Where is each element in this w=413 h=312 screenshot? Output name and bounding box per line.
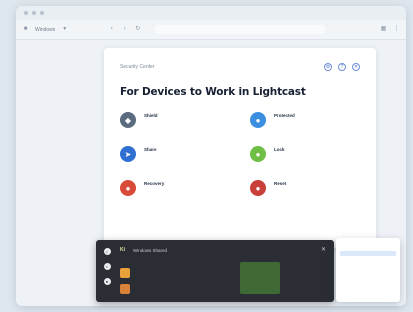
panel-title: Windows Shared — [133, 247, 168, 253]
feature-item-share[interactable]: ➤ Share — [120, 146, 230, 170]
panel-rail: • ▪ ● — [102, 248, 112, 298]
feature-title: Share — [144, 147, 157, 152]
address-bar[interactable] — [155, 25, 326, 34]
file-icon — [120, 284, 130, 294]
feature-title: Reset — [274, 181, 287, 186]
window-dot[interactable] — [24, 11, 28, 15]
page-title: For Devices to Work in Lightcast — [120, 86, 306, 98]
shield-icon: ◆ — [120, 112, 136, 128]
back-icon[interactable]: ‹ — [108, 26, 115, 33]
extensions-icon[interactable]: ▦ — [380, 26, 387, 33]
rail-icon[interactable]: • — [103, 248, 111, 255]
reset-icon: ● — [250, 180, 266, 196]
feature-title: Lock — [274, 147, 285, 152]
settings-icon[interactable]: ⚙ — [324, 63, 332, 71]
menu-item[interactable] — [340, 259, 396, 264]
title-bar — [16, 6, 406, 20]
feature-item-recovery[interactable]: ● Recovery — [120, 180, 230, 204]
rail-icon[interactable]: ● — [103, 278, 111, 285]
context-menu — [336, 238, 400, 302]
rail-icon[interactable]: ▪ — [103, 263, 111, 270]
feature-item-shield[interactable]: ◆ Shield — [120, 112, 230, 136]
feature-item-lock[interactable]: ● Lock — [250, 146, 360, 170]
globe-icon: ● — [250, 112, 266, 128]
recovery-icon: ● — [120, 180, 136, 196]
panel-app-label: Ki — [120, 247, 125, 253]
security-card: Security Center ⚙ ? ✕ For Devices to Wor… — [104, 48, 376, 248]
menu-icon[interactable]: ⋮ — [393, 26, 400, 33]
window-dot[interactable] — [32, 11, 36, 15]
breadcrumb: Security Center — [120, 64, 155, 70]
feature-list: ◆ Shield ● Protected ➤ Share ● Lock ● Re… — [120, 112, 360, 204]
feature-title: Protected — [274, 113, 295, 118]
browser-toolbar: ■ Windows ▾ ‹ › ↻ ▦ ⋮ — [16, 20, 406, 40]
file-icon — [120, 268, 130, 278]
share-panel: • ▪ ● Ki Windows Shared ✕ — [96, 240, 334, 302]
close-icon[interactable]: ✕ — [321, 246, 326, 253]
menu-item[interactable] — [340, 243, 396, 248]
menu-item[interactable] — [340, 275, 396, 280]
windows-icon[interactable]: ■ — [22, 26, 29, 33]
file-row[interactable] — [120, 284, 136, 294]
feature-title: Recovery — [144, 181, 165, 186]
file-row[interactable] — [120, 268, 136, 278]
menu-item[interactable] — [340, 251, 396, 256]
image-preview[interactable] — [240, 262, 280, 294]
menu-item[interactable] — [340, 267, 396, 272]
lock-icon: ● — [250, 146, 266, 162]
panel-header: Ki Windows Shared — [120, 247, 167, 253]
card-actions: ⚙ ? ✕ — [324, 63, 360, 71]
share-icon: ➤ — [120, 146, 136, 162]
tab-label[interactable]: Windows — [35, 27, 55, 33]
feature-item-reset[interactable]: ● Reset — [250, 180, 360, 204]
feature-item-protected[interactable]: ● Protected — [250, 112, 360, 136]
chevron-down-icon[interactable]: ▾ — [61, 26, 68, 33]
refresh-icon[interactable]: ↻ — [134, 26, 141, 33]
window-dot[interactable] — [40, 11, 44, 15]
feature-title: Shield — [144, 113, 158, 118]
help-icon[interactable]: ? — [338, 63, 346, 71]
close-icon[interactable]: ✕ — [352, 63, 360, 71]
forward-icon[interactable]: › — [121, 26, 128, 33]
card-header: Security Center ⚙ ? ✕ — [120, 62, 360, 72]
